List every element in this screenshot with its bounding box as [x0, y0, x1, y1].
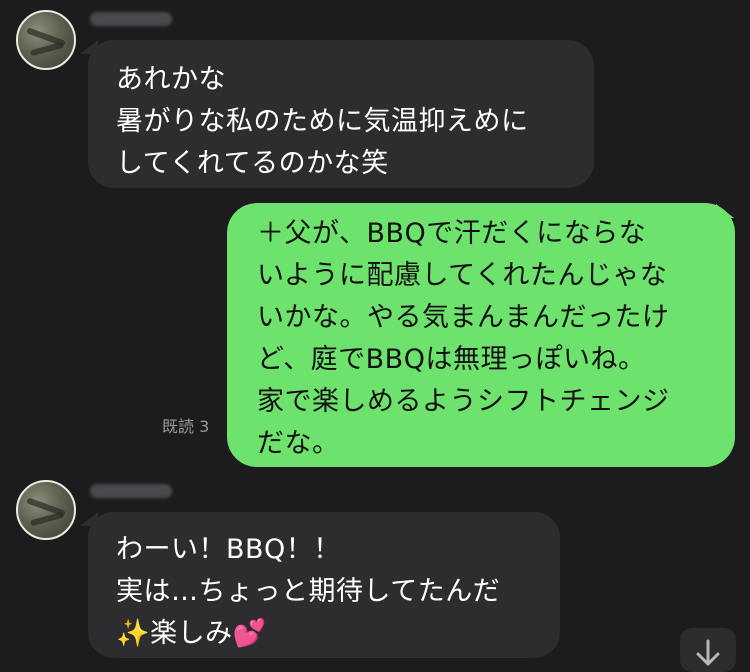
- sparkles-icon: ✨: [116, 618, 151, 649]
- arrow-down-icon: [696, 639, 720, 666]
- two-hearts-icon: 💕: [232, 618, 267, 649]
- incoming-message-bubble[interactable]: あれかな 暑がりな私のために気温抑えめに してくれてるのかな笑: [88, 40, 594, 188]
- message-line: ＋父が、BBQで汗だくにならな: [257, 218, 647, 249]
- message-line: 家で楽しめるようシフトチェンジ: [257, 386, 670, 417]
- message-line: してくれてるのかな笑: [116, 148, 389, 179]
- message-line: いかな。やる気まんまんだったけ: [257, 302, 670, 333]
- message-line: 暑がりな私のために気温抑えめに: [116, 106, 529, 137]
- sender-avatar[interactable]: [16, 10, 76, 70]
- read-status: 既読 3: [162, 417, 210, 436]
- scroll-to-bottom-button[interactable]: [680, 628, 736, 672]
- sender-name: [90, 484, 172, 498]
- message-text: 楽しみ: [150, 618, 233, 649]
- message-line: わーい！BBQ！！: [116, 534, 341, 565]
- message-line: ど、庭でBBQは無理っぽいね。: [257, 344, 646, 375]
- message-line: ✨楽しみ💕: [116, 613, 540, 655]
- sender-name: [90, 12, 172, 26]
- sender-avatar[interactable]: [16, 480, 76, 540]
- incoming-message-bubble[interactable]: わーい！BBQ！！ 実は…ちょっと期待してたんだ ✨楽しみ💕: [88, 512, 560, 658]
- message-line: 実は…ちょっと期待してたんだ: [116, 576, 501, 607]
- message-line: だな。: [257, 428, 340, 459]
- message-line: いように配慮してくれたんじゃな: [257, 260, 668, 291]
- message-line: あれかな: [116, 64, 226, 95]
- outgoing-message-bubble[interactable]: ＋父が、BBQで汗だくにならな いように配慮してくれたんじゃな いかな。やる気ま…: [227, 203, 735, 467]
